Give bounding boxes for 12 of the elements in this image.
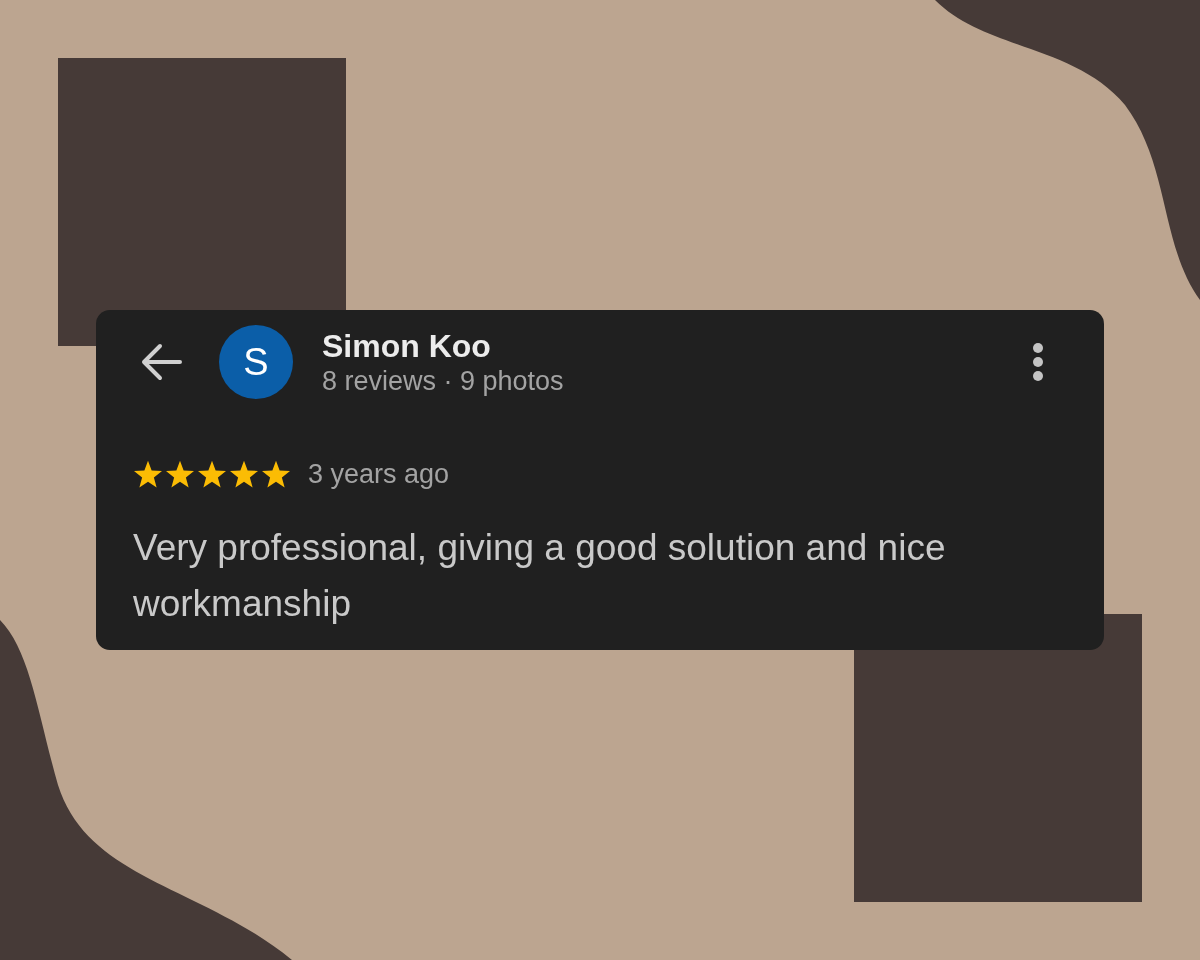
reviewer-stats: 8 reviews · 9 photos [322,365,565,397]
review-text: Very professional, giving a good solution and nice workmanship [133,526,947,626]
star-icon [133,459,163,489]
star-icon [197,459,227,489]
star-icon [229,459,259,489]
star-icon [261,459,291,489]
reviewer-name: Simon Koo [322,327,492,365]
back-arrow-icon[interactable] [140,343,182,381]
avatar-initial: S [219,325,293,399]
more-options-icon[interactable] [1033,343,1043,381]
star-icon [165,459,195,489]
review-time: 3 years ago [308,458,450,490]
